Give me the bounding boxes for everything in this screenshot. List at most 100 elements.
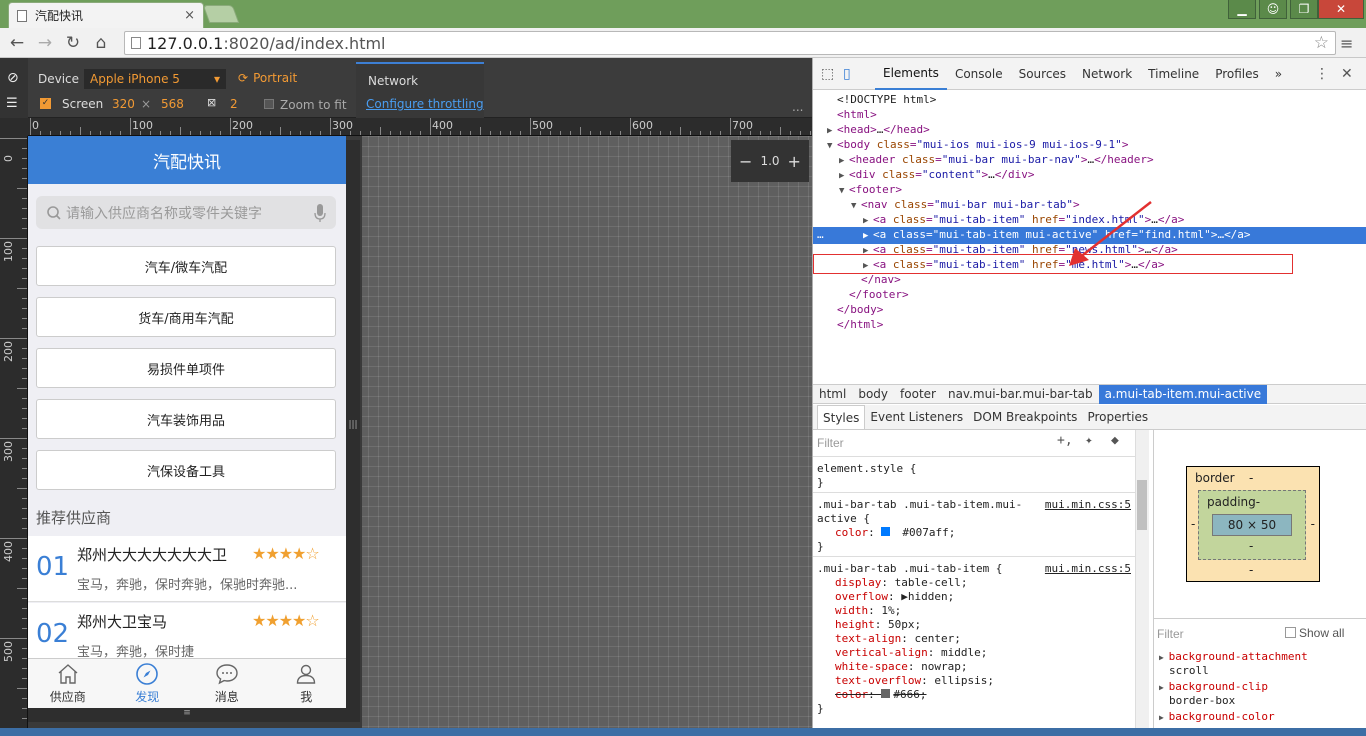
tab-sources[interactable]: Sources [1011,58,1074,90]
disclosure-triangle-icon[interactable]: ▶ [1159,653,1169,662]
tab-messages[interactable]: 消息 [187,659,267,708]
dom-node[interactable]: </body> [813,302,883,317]
rule-selector[interactable]: .mui-bar-tab .mui-tab-item { [817,562,1002,576]
element-style-rule[interactable]: element.style { [817,462,916,476]
style-property[interactable]: width: 1%; [835,604,901,618]
width-input[interactable]: 320 [112,97,135,111]
style-property[interactable]: display: table-cell; [835,576,967,590]
scrollbar-thumb[interactable] [1137,480,1147,530]
disable-emulation-icon[interactable]: ⊘ [7,70,19,86]
style-property[interactable]: color: #666; [835,688,927,702]
add-rule-icon[interactable]: +, [1057,434,1073,448]
dpr-input[interactable]: 2 [230,97,238,111]
tab-suppliers[interactable]: 供应商 [28,659,108,708]
tab-styles[interactable]: Styles [817,405,866,429]
style-property[interactable]: white-space: nowrap; [835,660,967,674]
more-tabs-icon[interactable]: » [1267,58,1290,90]
resize-grip-icon[interactable]: ||| [346,420,360,432]
dom-node[interactable]: </footer> [813,287,909,302]
computed-filter-input[interactable]: Filter [1157,627,1184,642]
close-icon[interactable]: ✕ [1341,66,1366,82]
search-input[interactable]: 请输入供应商名称或零件关键字 [36,196,336,229]
screen-checkbox[interactable]: ✓ [40,98,51,109]
tab-me[interactable]: 我 [267,659,347,708]
style-property[interactable]: color: #007aff; [835,526,955,540]
back-icon[interactable]: ← [3,29,31,57]
ruler-label: 400 [432,119,453,132]
dom-node[interactable]: </nav> [813,272,901,287]
maximize-icon[interactable]: ❐ [1290,0,1318,19]
zoom-out-button[interactable]: − [739,152,752,171]
category-button[interactable]: 汽保设备工具 [36,450,336,490]
height-input[interactable]: 568 [161,97,184,111]
device-mode-icon[interactable]: ▯ [843,66,865,82]
rule-selector[interactable]: .mui-bar-tab .mui-tab-item.mui- [817,498,1022,512]
tab-profiles[interactable]: Profiles [1207,58,1267,90]
inspect-icon[interactable]: ⬚ [821,66,843,82]
more-options-icon[interactable]: ... [792,100,803,114]
color-format-icon[interactable]: ◆ [1111,434,1119,448]
category-button[interactable]: 货车/商用车汽配 [36,297,336,337]
minimize-icon[interactable]: ▁ [1228,0,1256,19]
color-swatch[interactable] [881,689,891,698]
tab-dom-breakpoints[interactable]: DOM Breakpoints [968,405,1082,429]
disclosure-triangle-icon[interactable]: ▶ [1159,683,1169,692]
tab-network[interactable]: Network [1074,58,1140,90]
forward-icon[interactable]: → [31,29,59,57]
new-tab-button[interactable] [202,5,240,23]
zoom-to-fit-checkbox[interactable] [264,99,274,109]
source-link[interactable]: mui.min.css:5 [1045,498,1131,512]
category-button[interactable]: 汽车/微车汽配 [36,246,336,286]
disclosure-triangle-icon[interactable]: ▶ [1159,713,1169,722]
address-bar[interactable]: 127.0.0.1:8020/ad/index.html ☆ [124,31,1336,55]
dom-node[interactable]: <!DOCTYPE html> [813,92,936,107]
tab-elements[interactable]: Elements [875,58,947,90]
show-all-checkbox[interactable] [1285,627,1296,638]
tab-properties[interactable]: Properties [1082,405,1153,429]
list-item[interactable]: 01 郑州大大大大大大大卫 ★★★★☆ 宝马，奔驰，保时奔驰，保驰时奔驰... [28,536,346,602]
pin-icon[interactable]: ✦ [1085,434,1093,448]
color-swatch[interactable] [881,527,891,536]
rule-selector[interactable]: active { [817,512,870,526]
category-button[interactable]: 汽车装饰用品 [36,399,336,439]
style-property[interactable]: overflow: ▶hidden; [835,590,954,604]
microphone-icon[interactable] [314,203,326,223]
dom-node[interactable]: <html> [813,107,877,122]
style-property[interactable]: text-align: center; [835,632,961,646]
browser-tab[interactable]: 汽配快讯 × [8,2,204,28]
tab-event-listeners[interactable]: Event Listeners [865,405,968,429]
style-property[interactable]: height: 50px; [835,618,921,632]
category-button[interactable]: 易损件单项件 [36,348,336,388]
zoom-in-button[interactable]: + [788,152,801,171]
style-property[interactable]: vertical-align: middle; [835,646,987,660]
styles-scrollbar[interactable] [1135,430,1149,736]
style-property[interactable]: text-overflow: ellipsis; [835,674,994,688]
tab-console[interactable]: Console [947,58,1011,90]
dom-node-menu-icon[interactable]: … [817,227,824,242]
close-window-icon[interactable]: ✕ [1318,0,1364,19]
orientation-toggle[interactable]: ⟳ Portrait [238,71,297,85]
close-tab-icon[interactable]: × [184,8,195,23]
source-link[interactable]: mui.min.css:5 [1045,562,1131,576]
toggle-media-icon[interactable]: ☰ [6,96,18,111]
kebab-menu-icon[interactable]: ⋮ [1315,66,1341,82]
menu-icon[interactable]: ≡ [1340,34,1353,53]
resize-handle-bottom[interactable]: ≡ [28,708,346,722]
computed-property[interactable]: ▶ background-color [1159,709,1275,725]
user-icon-window[interactable]: ☺ [1259,0,1287,19]
breadcrumb-item[interactable]: html [813,385,852,404]
bookmark-star-icon[interactable]: ☆ [1314,33,1329,53]
reload-icon[interactable]: ↻ [59,29,87,57]
home-icon[interactable]: ⌂ [87,29,115,57]
breadcrumb-item[interactable]: footer [894,385,942,404]
tab-timeline[interactable]: Timeline [1140,58,1207,90]
ruler-tick [22,268,27,269]
tab-discover[interactable]: 发现 [108,659,188,708]
configure-throttling-link[interactable]: Configure throttling [366,97,484,111]
styles-filter-input[interactable]: Filter [817,436,844,450]
breadcrumb-item[interactable]: body [852,385,894,404]
breadcrumb-item[interactable]: a.mui-tab-item.mui-active [1098,384,1268,404]
breadcrumb-item[interactable]: nav.mui-bar.mui-bar-tab [942,385,1099,404]
device-select[interactable]: Apple iPhone 5 ▾ [84,69,226,89]
dom-node[interactable]: </html> [813,317,883,332]
